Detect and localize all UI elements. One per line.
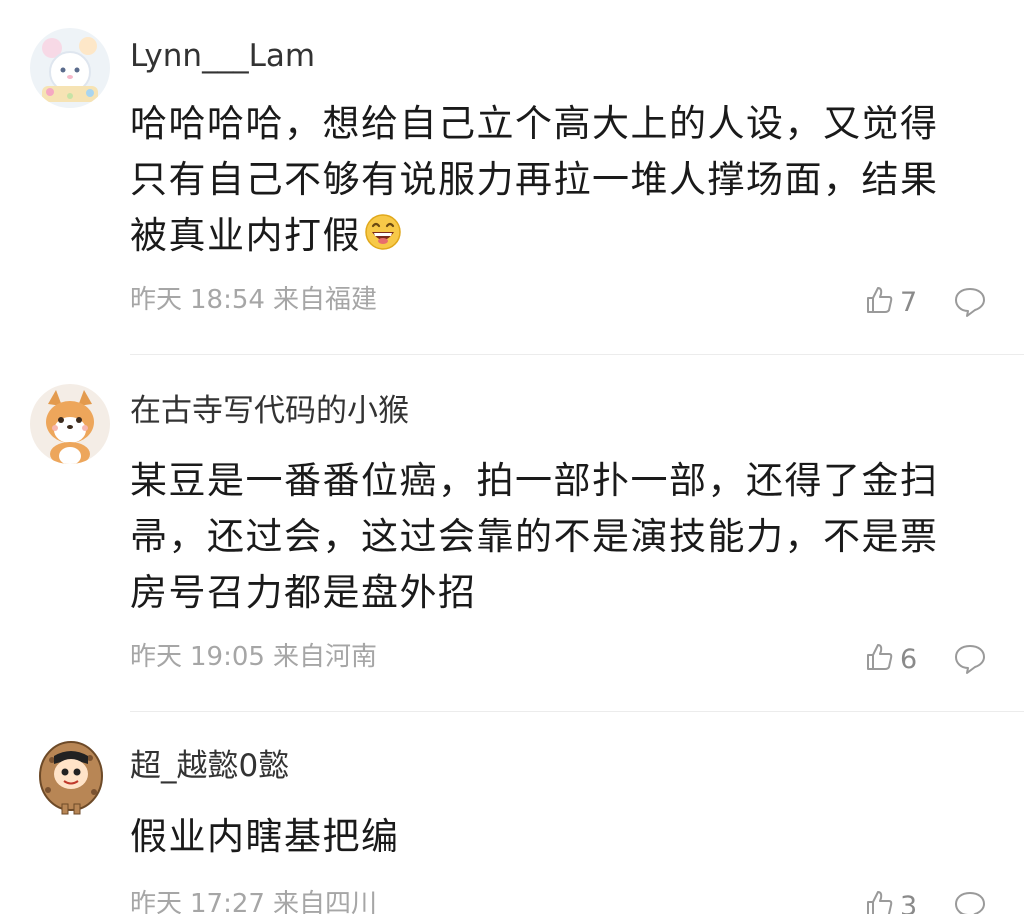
user-avatar[interactable]	[34, 738, 108, 818]
comment-text: 某豆是一番番位癌，拍一部扑一部，还得了金扫 帚，还过会，这过会靠的不是演技能力，…	[130, 453, 990, 621]
comment-text: 假业内瞎基把编	[130, 809, 990, 865]
comment-item: 在古寺写代码的小猴 某豆是一番番位癌，拍一部扑一部，还得了金扫 帚，还过会，这过…	[0, 355, 1024, 712]
comment-line: 帚，还过会，这过会靠的不是演技能力，不是票	[130, 515, 939, 558]
comment-bubble-icon	[953, 288, 987, 323]
comment-item: Lynn___Lam 哈哈哈哈，想给自己立个高大上的人设，又觉得 只有自己不够有…	[0, 0, 1024, 355]
reply-button[interactable]	[953, 285, 987, 319]
shiba-dog-avatar	[30, 384, 110, 464]
user-avatar[interactable]	[30, 28, 110, 108]
user-avatar[interactable]	[30, 384, 110, 464]
comment-item: 超_越懿0懿 假业内瞎基把编 昨天 17:27 来自四川 3	[0, 712, 1024, 914]
comment-location: 来自福建	[272, 285, 377, 315]
comment-line: 房号召力都是盘外招	[130, 571, 477, 614]
comment-day: 昨天	[130, 889, 183, 914]
username[interactable]: 在古寺写代码的小猴	[130, 393, 409, 430]
comment-meta: 昨天 17:27 来自四川	[130, 889, 385, 914]
comment-time: 17:27	[190, 889, 265, 914]
reply-button[interactable]	[953, 642, 987, 676]
comment-line: 哈哈哈哈，想给自己立个高大上的人设，又觉得	[130, 102, 939, 145]
like-button[interactable]: 6	[864, 642, 917, 676]
comment-meta: 昨天 18:54 来自福建	[130, 285, 385, 316]
comment-feed: Lynn___Lam 哈哈哈哈，想给自己立个高大上的人设，又觉得 只有自己不够有…	[0, 0, 1024, 914]
thumbs-up-icon	[864, 642, 894, 676]
thumbs-up-icon	[864, 285, 894, 319]
thumbs-up-icon	[864, 889, 894, 914]
comment-day: 昨天	[130, 642, 183, 672]
comment-line: 只有自己不够有说服力再拉一堆人撑场面，结果	[130, 158, 939, 201]
comment-text: 哈哈哈哈，想给自己立个高大上的人设，又觉得 只有自己不够有说服力再拉一堆人撑场面…	[130, 96, 990, 268]
comment-time: 19:05	[190, 642, 265, 672]
comment-meta: 昨天 19:05 来自河南	[130, 642, 385, 673]
like-count: 7	[900, 286, 918, 318]
comment-time: 18:54	[190, 285, 265, 315]
like-count: 6	[900, 643, 918, 675]
laughing-emoji-icon	[363, 212, 403, 268]
comment-bubble-icon	[953, 892, 987, 914]
comment-location: 来自河南	[272, 642, 377, 672]
cartoon-boy-avatar	[39, 741, 103, 815]
like-button[interactable]: 3	[864, 889, 917, 914]
cinnamoroll-avatar	[30, 28, 110, 108]
comment-line: 某豆是一番番位癌，拍一部扑一部，还得了金扫	[130, 459, 939, 502]
like-count: 3	[900, 890, 918, 914]
comment-bubble-icon	[953, 645, 987, 680]
comment-line-text: 被真业内打假	[130, 214, 361, 257]
comment-line: 被真业内打假	[130, 208, 990, 268]
username[interactable]: Lynn___Lam	[130, 38, 315, 75]
comment-day: 昨天	[130, 285, 183, 315]
comment-line: 假业内瞎基把编	[130, 815, 400, 858]
like-button[interactable]: 7	[864, 285, 917, 319]
reply-button[interactable]	[953, 889, 987, 914]
comment-location: 来自四川	[272, 889, 377, 914]
username[interactable]: 超_越懿0懿	[130, 748, 289, 785]
